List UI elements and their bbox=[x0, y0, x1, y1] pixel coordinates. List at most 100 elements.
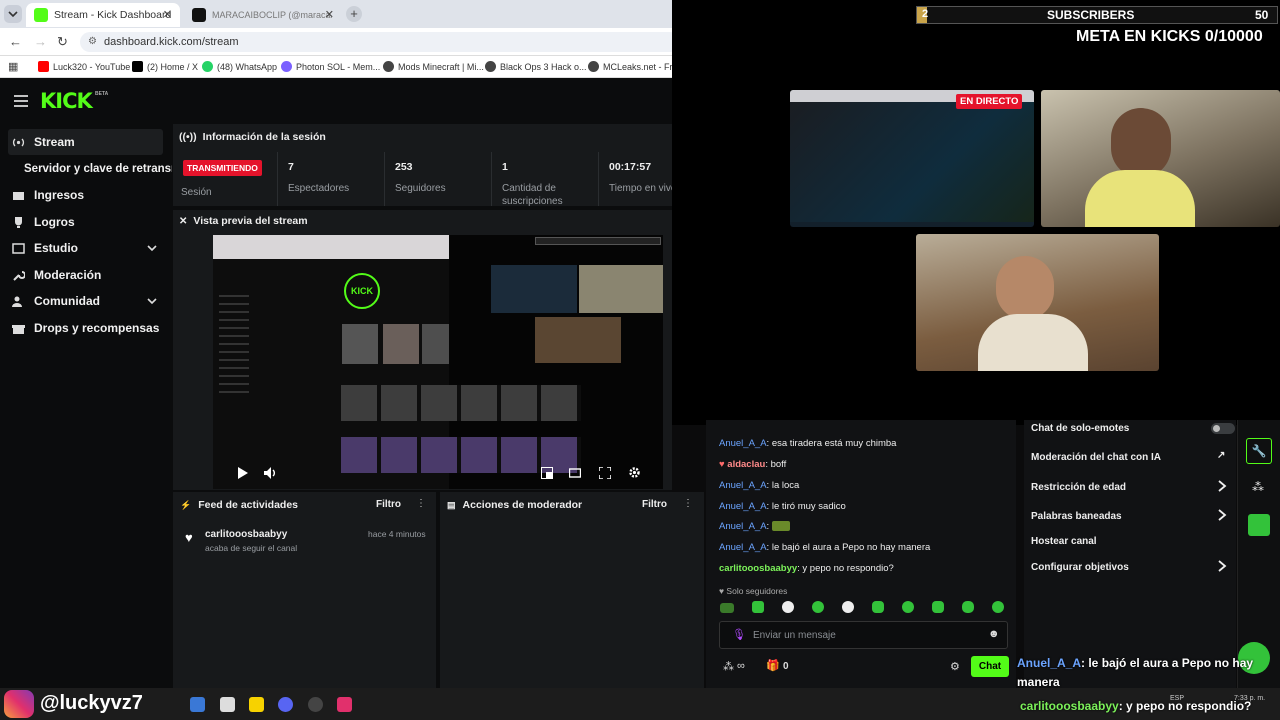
sidebar-item-estudio[interactable]: Estudio bbox=[8, 235, 163, 261]
discord-icon[interactable] bbox=[278, 697, 293, 712]
emote-icon[interactable] bbox=[872, 601, 884, 613]
sidebar-item-label: Ingresos bbox=[34, 188, 85, 202]
more-icon[interactable]: ⋮ bbox=[416, 498, 426, 509]
sidebar-item-label: Stream bbox=[34, 135, 75, 149]
bookmark-item[interactable]: (2) Home / X bbox=[132, 61, 198, 72]
stream-preview-video[interactable]: KICK bbox=[213, 235, 663, 489]
modactions-filter-button[interactable]: Filtro bbox=[642, 499, 667, 510]
emote-icon[interactable] bbox=[992, 601, 1004, 613]
moderation-tool-icon[interactable]: 🔧 bbox=[1246, 438, 1272, 464]
sidebar-item-moderacion[interactable]: Moderación bbox=[8, 262, 163, 288]
mod-item-banned-words[interactable]: Palabras baneadas bbox=[1031, 509, 1227, 522]
chrome-icon[interactable] bbox=[308, 697, 323, 712]
preview-browser-thumb bbox=[213, 235, 449, 259]
mod-item-ai-moderation[interactable]: Moderación del chat con IA ↗ bbox=[1031, 450, 1225, 463]
chat-message: Anuel_A_A: bbox=[719, 521, 790, 532]
site-info-icon[interactable]: ⚙ bbox=[88, 32, 97, 52]
tab-search-button[interactable] bbox=[4, 5, 22, 23]
store-icon[interactable] bbox=[190, 697, 205, 712]
feed-item-user[interactable]: carlitooosbaabyy bbox=[205, 529, 287, 540]
emote-icon[interactable] bbox=[752, 601, 764, 613]
kick-logo[interactable]: KICK bbox=[40, 89, 93, 113]
chat-username[interactable]: Anuel_A_A bbox=[719, 542, 767, 553]
apps-grid-icon[interactable]: ▦ bbox=[8, 60, 18, 73]
emote-icon[interactable] bbox=[1248, 514, 1270, 536]
points-icon[interactable]: ⁂ bbox=[1252, 480, 1264, 494]
tab-kick-dashboard[interactable]: Stream - Kick Dashboard ✕ bbox=[26, 3, 180, 27]
gift-icon[interactable]: 🎁 bbox=[766, 659, 780, 672]
emote-icon[interactable] bbox=[902, 601, 914, 613]
chat-username[interactable]: Anuel_A_A bbox=[719, 501, 767, 512]
bookmark-item[interactable]: Photon SOL - Mem... bbox=[281, 61, 380, 72]
close-tab-icon[interactable]: ✕ bbox=[163, 8, 172, 21]
divider bbox=[491, 152, 492, 206]
emote-only-toggle[interactable] bbox=[1211, 423, 1235, 434]
emote-icon[interactable] bbox=[932, 601, 944, 613]
address-bar: ← → ↻ ⚙ dashboard.kick.com/stream bbox=[0, 28, 680, 56]
infinity-label: ∞ bbox=[737, 660, 745, 672]
chat-input-placeholder: Enviar un mensaje bbox=[753, 630, 836, 641]
close-tab-icon[interactable]: ✕ bbox=[325, 8, 334, 21]
sidebar-item-drops[interactable]: Drops y recompensas bbox=[8, 315, 163, 341]
more-icon[interactable]: ⋮ bbox=[683, 498, 693, 509]
theater-icon[interactable] bbox=[569, 467, 581, 479]
back-icon[interactable]: ← bbox=[9, 34, 22, 49]
preview-thumb bbox=[383, 324, 419, 364]
sidebar-item-ingresos[interactable]: Ingresos bbox=[8, 182, 163, 208]
chat-settings-gear-icon[interactable]: ⚙ bbox=[950, 660, 960, 673]
settings-gear-icon[interactable] bbox=[628, 466, 641, 479]
mod-item-label: Moderación del chat con IA bbox=[1031, 452, 1162, 463]
emote-icon[interactable] bbox=[842, 601, 854, 613]
chat-input[interactable]: 🎙 Enviar un mensaje ☻ bbox=[719, 621, 1008, 649]
mod-item-host-channel[interactable]: Hostear canal bbox=[1031, 536, 1097, 547]
emote-icon[interactable] bbox=[720, 603, 734, 613]
divider bbox=[277, 152, 278, 206]
chat-username[interactable]: Anuel_A_A bbox=[719, 521, 767, 532]
hamburger-menu-icon[interactable] bbox=[14, 95, 28, 107]
sidebar-item-comunidad[interactable]: Comunidad bbox=[8, 288, 163, 314]
play-icon[interactable] bbox=[238, 467, 248, 479]
browser-tab-bar: Stream - Kick Dashboard ✕ MARACAIBOCLIP … bbox=[0, 0, 672, 28]
emote-icon[interactable] bbox=[962, 601, 974, 613]
app-icon[interactable] bbox=[220, 697, 235, 712]
chat-username[interactable]: Anuel_A_A bbox=[719, 438, 767, 449]
mod-item-label: Chat de solo-emotes bbox=[1031, 423, 1130, 434]
bookmark-item[interactable]: Mods Minecraft | Mi... bbox=[383, 61, 484, 72]
url-field[interactable]: ⚙ dashboard.kick.com/stream bbox=[80, 32, 680, 52]
forward-icon[interactable]: → bbox=[34, 34, 47, 49]
emote-icon[interactable] bbox=[812, 601, 824, 613]
send-chat-button[interactable]: Chat bbox=[971, 656, 1009, 677]
bookmark-label: Mods Minecraft | Mi... bbox=[398, 61, 484, 72]
reload-icon[interactable]: ↻ bbox=[57, 34, 68, 50]
mod-item-label: Restricción de edad bbox=[1031, 482, 1127, 493]
emote-icon[interactable] bbox=[782, 601, 794, 613]
chat-username[interactable]: Anuel_A_A bbox=[719, 480, 767, 491]
lightning-icon: ⚡ bbox=[180, 499, 192, 510]
mic-icon[interactable]: 🎙 bbox=[732, 628, 746, 641]
sidebar-item-stream[interactable]: Stream bbox=[8, 129, 163, 155]
chat-username[interactable]: carlitooosbaabyy bbox=[719, 563, 797, 574]
chat-username[interactable]: aldaclau bbox=[727, 459, 765, 470]
sidebar-item-server-key[interactable]: Servidor y clave de retransmisión bbox=[8, 156, 172, 182]
wrench-icon bbox=[12, 269, 25, 282]
followers-only-notice: ♥ Solo seguidores bbox=[719, 586, 787, 596]
preview-header: ✕ Vista previa del stream bbox=[179, 215, 308, 227]
tiktok-icon[interactable] bbox=[337, 697, 352, 712]
fullscreen-icon[interactable] bbox=[599, 467, 611, 479]
volume-icon[interactable] bbox=[264, 467, 278, 479]
tab-tiktok[interactable]: MARACAIBOCLIP (@maraca... ✕ bbox=[184, 3, 342, 27]
mod-item-goals[interactable]: Configurar objetivos bbox=[1031, 560, 1227, 573]
points-icon[interactable]: ⁂ bbox=[723, 660, 734, 673]
new-tab-button[interactable]: + bbox=[346, 6, 362, 22]
mod-item-emote-only[interactable]: Chat de solo-emotes bbox=[1031, 423, 1235, 434]
bookmark-item[interactable]: Black Ops 3 Hack o... bbox=[485, 61, 587, 72]
mod-item-age-restriction[interactable]: Restricción de edad bbox=[1031, 480, 1227, 493]
bookmark-item[interactable]: (48) WhatsApp bbox=[202, 61, 277, 72]
pip-icon[interactable] bbox=[541, 467, 553, 479]
sidebar-item-logros[interactable]: Logros bbox=[8, 209, 163, 235]
bookmark-item[interactable]: Luck320 - YouTube bbox=[38, 61, 130, 72]
emoji-icon[interactable]: ☻ bbox=[988, 628, 1000, 640]
feed-filter-button[interactable]: Filtro bbox=[376, 499, 401, 510]
folder-icon[interactable] bbox=[249, 697, 264, 712]
sidebar-item-label: Logros bbox=[34, 215, 75, 229]
